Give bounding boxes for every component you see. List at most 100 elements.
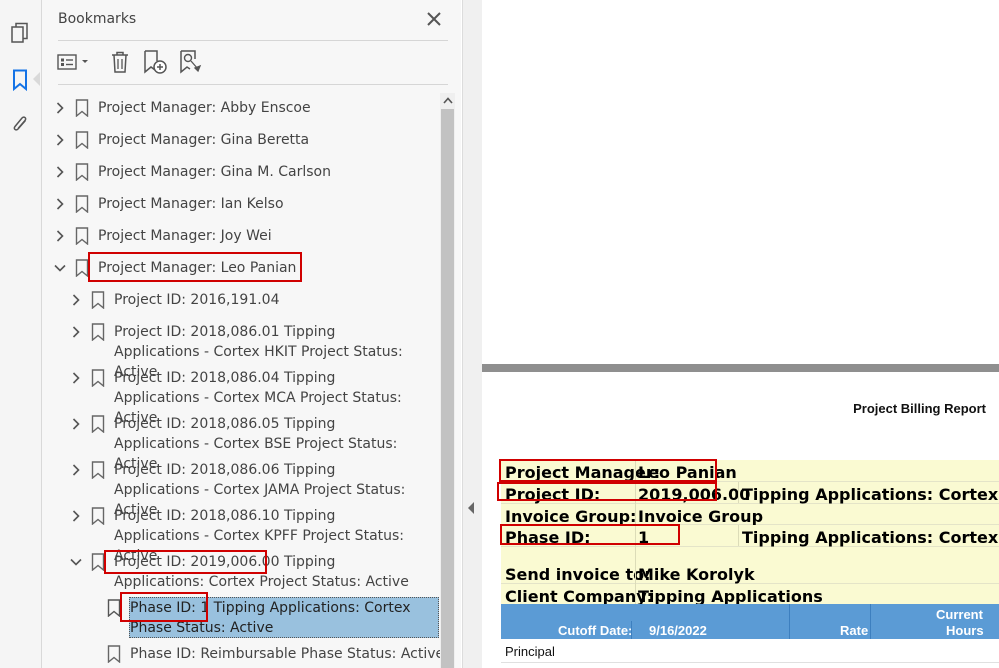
table-column-divider [738,482,739,503]
bookmark-icon [91,291,105,309]
chevron-right-icon[interactable] [69,460,83,480]
bookmark-item[interactable]: Project Manager: Gina Beretta [53,130,433,150]
row-label: Project ID: [505,485,601,504]
bookmark-icon [91,415,105,433]
chevron-right-icon[interactable] [53,98,67,118]
bookmark-item[interactable]: Project ID: 2018,086.05 Tipping Applicat… [69,414,429,472]
bookmark-label: Project Manager: Abby Enscoe [98,100,311,116]
row-value: 1 [638,528,650,547]
bookmark-icon [75,195,89,213]
row-extra: Tipping Applications: Cortex [742,485,999,504]
row-label: Project Manager: [505,463,661,482]
bookmark-icon [75,227,89,245]
chevron-down-icon[interactable] [69,552,83,572]
row-value: Leo Panian [638,463,737,482]
bookmark-label: Project Manager: Gina M. Carlson [98,164,331,180]
table-bottom-line [501,662,999,663]
rate-header: Rate [840,623,869,638]
bookmark-item[interactable]: Project ID: 2018,086.04 Tipping Applicat… [69,368,429,426]
collapse-panel-arrow-icon[interactable] [468,502,474,514]
page-thumbnails-icon[interactable] [8,21,32,45]
row-value: Mike Korolyk [638,565,755,584]
bookmark-item[interactable]: Project ID: 2018,086.10 Tipping Applicat… [69,506,429,564]
bookmark-item[interactable]: Phase ID: Reimbursable Phase Status: Act… [85,644,444,664]
hours-header: Hours [946,623,984,638]
chevron-right-icon[interactable] [53,162,67,182]
chevron-right-icon[interactable] [53,226,67,246]
bookmark-icon [91,369,105,387]
bookmark-properties-button[interactable] [178,48,204,76]
bookmark-label: Project Manager: Joy Wei [98,228,272,244]
info-row: Client Company: Tipping Applications [501,584,999,606]
cutoff-date-value: 9/16/2022 [649,623,707,638]
chevron-right-icon[interactable] [53,194,67,214]
info-row: Project ID: 2019,006.00 Tipping Applicat… [501,482,999,504]
table-column-divider [635,460,636,604]
report-title: Project Billing Report [853,401,986,416]
info-row: Project Manager: Leo Panian [501,460,999,482]
row-label: Send invoice to: [505,565,651,584]
bookmark-item[interactable]: Project ID: 2018,086.06 Tipping Applicat… [69,460,429,518]
bookmark-label: Project Manager: Leo Panian [98,260,297,276]
scrollbar-thumb[interactable] [441,109,454,668]
bookmark-label: Phase ID: Reimbursable Phase Status: Act… [130,646,445,662]
bookmark-icon [107,599,121,617]
close-icon [427,12,441,26]
page-separator [482,364,999,372]
bookmark-item[interactable]: Project ID: 2016,191.04 [69,290,429,310]
bookmark-label: Project Manager: Gina Beretta [98,132,310,148]
new-bookmark-button[interactable] [142,48,168,76]
bookmark-item[interactable]: Project ID: 2018,086.01 Tipping Applicat… [69,322,429,380]
chevron-right-icon[interactable] [69,368,83,388]
report-column-header: Cutoff Date: 9/16/2022 Rate Current Hour… [501,604,999,639]
info-row: Send invoice to: Mike Korolyk [501,547,999,584]
header-divider [789,604,790,639]
bookmark-item-expanded[interactable]: Project Manager: Leo Panian [53,258,433,278]
bookmark-item[interactable]: Project Manager: Gina M. Carlson [53,162,433,182]
row-label: Phase ID: [505,528,591,547]
bookmarks-icon[interactable] [8,68,32,92]
bookmark-icon [75,259,89,277]
chevron-right-icon[interactable] [69,506,83,526]
trash-icon [112,51,128,73]
add-bookmark-icon [144,50,167,74]
bookmark-item[interactable]: Project Manager: Joy Wei [53,226,433,246]
row-value: Invoice Group [638,507,764,526]
header-divider [870,604,871,639]
info-row: Invoice Group: Invoice Group [501,504,999,526]
chevron-down-icon[interactable] [53,258,67,278]
navigation-tool-rail [0,0,42,668]
section-label: Principal [505,644,555,659]
bookmarks-scrollbar[interactable] [440,93,455,668]
bookmark-icon [91,553,105,571]
chevron-right-icon[interactable] [53,130,67,150]
options-menu-button[interactable] [56,48,92,76]
bookmark-item[interactable]: Project Manager: Ian Kelso [53,194,433,214]
bookmark-icon [91,461,105,479]
options-list-icon [57,54,88,70]
bookmark-icon [91,323,105,341]
info-row: Phase ID: 1 Tipping Applications: Cortex [501,525,999,547]
chevron-right-icon[interactable] [69,322,83,342]
row-extra: Tipping Applications: Cortex [742,528,999,547]
bookmark-label: Project ID: 2016,191.04 [114,292,280,308]
bookmark-item-selected[interactable]: Phase ID: 1 Tipping Applications: Cortex… [85,598,439,638]
attachments-paperclip-icon[interactable] [8,113,32,137]
bookmark-label: Project ID: 2019,006.00 Tipping Applicat… [114,554,409,590]
bookmark-icon [107,645,121,663]
delete-bookmark-button[interactable] [108,48,132,76]
bookmark-item-expanded[interactable]: Project ID: 2019,006.00 Tipping Applicat… [69,552,429,592]
current-header: Current [936,607,983,622]
bookmark-item[interactable]: Project Manager: Abby Enscoe [53,98,433,118]
close-panel-button[interactable] [424,9,444,29]
scroll-up-arrow-icon[interactable] [442,95,453,106]
chevron-right-icon[interactable] [69,414,83,434]
bookmark-label: Phase ID: 1 Tipping Applications: Cortex… [130,600,411,636]
panel-splitter[interactable] [462,0,483,668]
header-divider [631,621,632,639]
panel-title: Bookmarks [58,11,137,27]
table-column-divider [738,525,739,546]
chevron-right-icon[interactable] [69,290,83,310]
active-panel-pointer [33,72,40,86]
panel-separator [58,40,448,41]
